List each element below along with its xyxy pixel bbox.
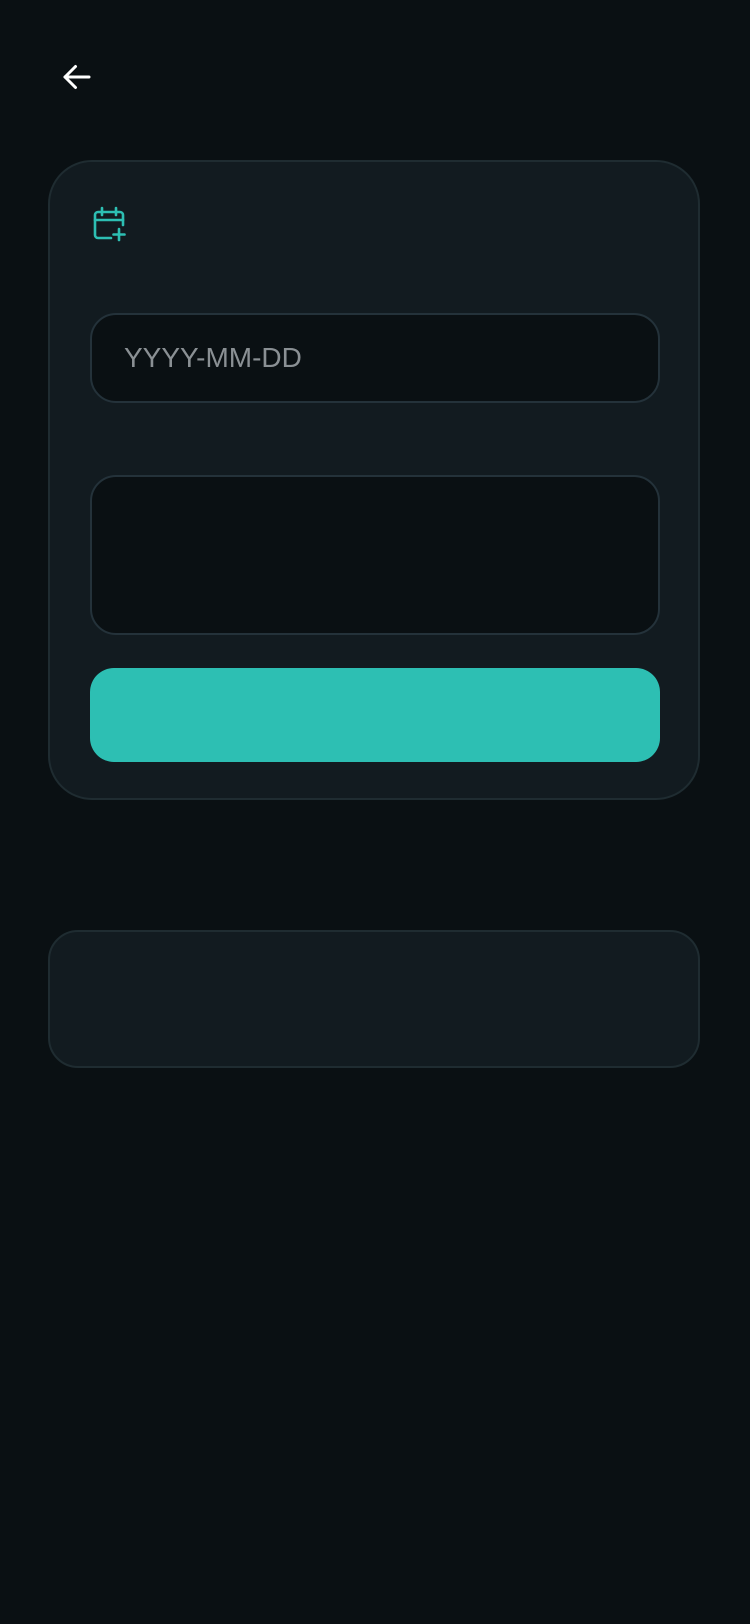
add-entry-card — [48, 160, 700, 800]
arrow-left-icon — [63, 65, 91, 89]
submit-button[interactable] — [90, 668, 660, 762]
notes-input[interactable] — [90, 475, 660, 635]
back-button[interactable] — [52, 52, 102, 102]
entries-list-card — [48, 930, 700, 1068]
date-input[interactable] — [90, 313, 660, 403]
calendar-plus-icon — [92, 206, 126, 242]
